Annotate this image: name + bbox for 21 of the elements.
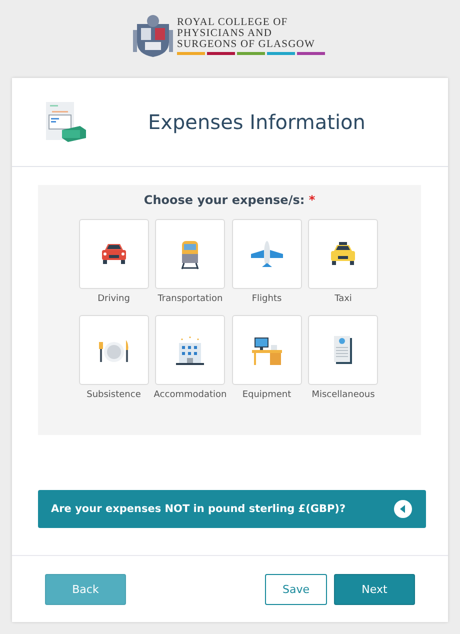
required-mark: * <box>308 193 316 207</box>
option-label: Miscellaneous <box>312 390 375 402</box>
expense-option[interactable] <box>78 219 149 289</box>
invoice-money-icon <box>46 102 86 142</box>
option-label: Equipment <box>242 390 292 402</box>
page-title: Expenses Information <box>148 110 366 134</box>
option-label: Taxi <box>334 294 352 306</box>
back-button[interactable]: Back <box>45 574 126 604</box>
option-label: Accommodation <box>154 390 227 402</box>
next-button[interactable]: Next <box>334 574 415 604</box>
crest-icon <box>133 14 173 58</box>
save-button[interactable]: Save <box>265 574 327 604</box>
option-label: Transportation <box>158 294 223 306</box>
expense-prompt: Choose your expense/s: * <box>142 193 316 207</box>
college-name: ROYAL COLLEGE OF PHYSICIANS AND SURGEONS OF GLASGOW <box>177 17 316 50</box>
option-label: Driving <box>98 294 130 306</box>
option-label: Subsistence <box>86 390 141 402</box>
option-label: Flights <box>252 294 282 306</box>
caret-left-icon <box>394 500 412 518</box>
currency-toggle[interactable]: Are your expenses NOT in pound sterling £(GBP)? <box>38 490 426 528</box>
expense-option[interactable] <box>308 219 378 289</box>
